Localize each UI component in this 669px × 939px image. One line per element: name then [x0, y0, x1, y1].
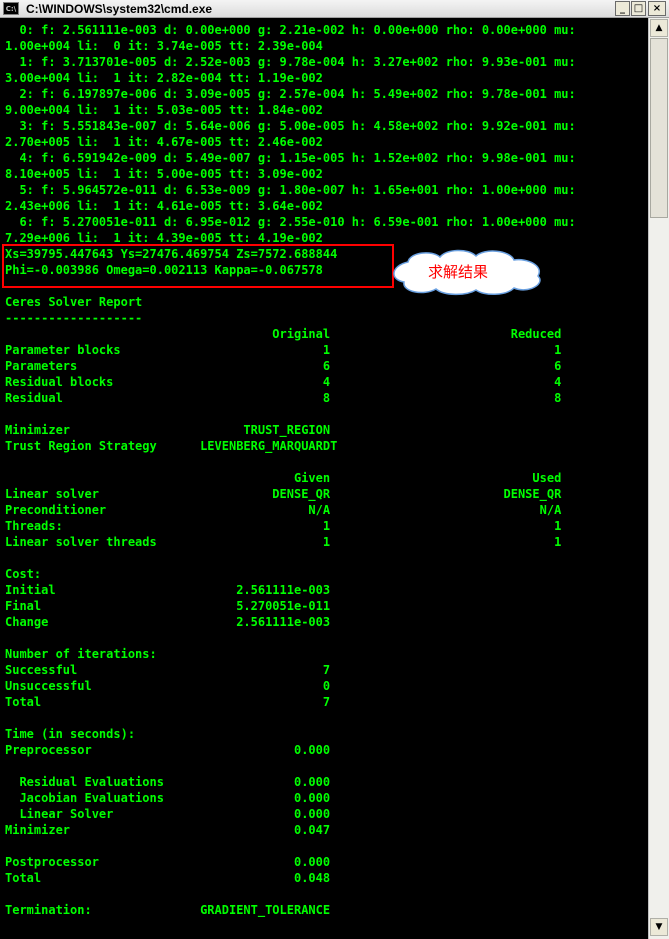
console-output[interactable]: 0: f: 2.561111e-003 d: 0.00e+000 g: 2.21… — [0, 18, 648, 939]
console-line: Linear Solver 0.000 — [5, 807, 331, 821]
console-line: Number of iterations: — [5, 647, 157, 661]
console-line: Residual 8 8 — [5, 391, 562, 405]
console-line: 0: f: 2.561111e-003 d: 0.00e+000 g: 2.21… — [5, 23, 576, 37]
console-line: Final 5.270051e-011 — [5, 599, 331, 613]
callout-label: 求解结果 — [428, 263, 489, 281]
console-line: Residual Evaluations 0.000 — [5, 775, 331, 789]
console-line: 2.70e+005 li: 1 it: 4.67e-005 tt: 2.46e-… — [5, 135, 323, 149]
console-line: 1.00e+004 li: 0 it: 3.74e-005 tt: 2.39e-… — [5, 39, 323, 53]
console-line: Parameter blocks 1 1 — [5, 343, 562, 357]
cmd-window: C:\ C:\WINDOWS\system32\cmd.exe _ □ × 0:… — [0, 0, 669, 939]
console-line: Successful 7 — [5, 663, 331, 677]
console-line: Change 2.561111e-003 — [5, 615, 331, 629]
console-line: Minimizer TRUST_REGION — [5, 423, 331, 437]
console-line: Ceres Solver Report — [5, 295, 143, 309]
console-line: 9.00e+004 li: 1 it: 5.03e-005 tt: 1.84e-… — [5, 103, 323, 117]
console-line: Time (in seconds): — [5, 727, 136, 741]
console-line: 3.00e+004 li: 1 it: 2.82e-004 tt: 1.19e-… — [5, 71, 323, 85]
console-line: 4: f: 6.591942e-009 d: 5.49e-007 g: 1.15… — [5, 151, 576, 165]
console-line: Trust Region Strategy LEVENBERG_MARQUARD… — [5, 439, 338, 453]
console-line: 6: f: 5.270051e-011 d: 6.95e-012 g: 2.55… — [5, 215, 576, 229]
console-line: Total 7 — [5, 695, 331, 709]
console-line: Jacobian Evaluations 0.000 — [5, 791, 331, 805]
console-line: Linear solver threads 1 1 — [5, 535, 562, 549]
console-line: Postprocessor 0.000 — [5, 855, 331, 869]
console-line: Total 0.048 — [5, 871, 331, 885]
console-line: Unsuccessful 0 — [5, 679, 331, 693]
console-line: Original Reduced — [5, 327, 562, 341]
maximize-button[interactable]: □ — [631, 1, 646, 16]
scroll-up-arrow-icon[interactable]: ▲ — [650, 19, 668, 37]
console-line: Parameters 6 6 — [5, 359, 562, 373]
console-line: Preprocessor 0.000 — [5, 743, 331, 757]
close-button[interactable]: × — [648, 1, 666, 16]
title-bar[interactable]: C:\ C:\WINDOWS\system32\cmd.exe _ □ × — [0, 0, 669, 18]
console-line: 2: f: 6.197897e-006 d: 3.09e-005 g: 2.57… — [5, 87, 576, 101]
window-title: C:\WINDOWS\system32\cmd.exe — [26, 2, 213, 16]
console-line: 5: f: 5.964572e-011 d: 6.53e-009 g: 1.80… — [5, 183, 576, 197]
console-line: Residual blocks 4 4 — [5, 375, 562, 389]
console-line: Preconditioner N/A N/A — [5, 503, 562, 517]
vertical-scrollbar[interactable]: ▲ ▼ — [648, 18, 669, 939]
console-line: Initial 2.561111e-003 — [5, 583, 331, 597]
result-highlight-box — [2, 244, 394, 288]
console-lines: 0: f: 2.561111e-003 d: 0.00e+000 g: 2.21… — [5, 22, 576, 918]
cmd-app-icon[interactable]: C:\ — [3, 2, 19, 15]
console-line: 8.10e+005 li: 1 it: 5.00e-005 tt: 3.09e-… — [5, 167, 323, 181]
console-line: 3: f: 5.551843e-007 d: 5.64e-006 g: 5.00… — [5, 119, 576, 133]
console-line: Threads: 1 1 — [5, 519, 562, 533]
scrollbar-thumb[interactable] — [650, 38, 668, 218]
console-line: Minimizer 0.047 — [5, 823, 331, 837]
console-line: ------------------- — [5, 311, 143, 325]
minimize-button[interactable]: _ — [615, 1, 630, 16]
console-line: Given Used — [5, 471, 562, 485]
scroll-down-arrow-icon[interactable]: ▼ — [650, 918, 668, 936]
console-line: Termination: GRADIENT_TOLERANCE — [5, 903, 331, 917]
console-line: Linear solver DENSE_QR DENSE_QR — [5, 487, 562, 501]
console-line: 1: f: 3.713701e-005 d: 2.52e-003 g: 9.78… — [5, 55, 576, 69]
console-line: 2.43e+006 li: 1 it: 4.61e-005 tt: 3.64e-… — [5, 199, 323, 213]
console-line: Cost: — [5, 567, 42, 581]
